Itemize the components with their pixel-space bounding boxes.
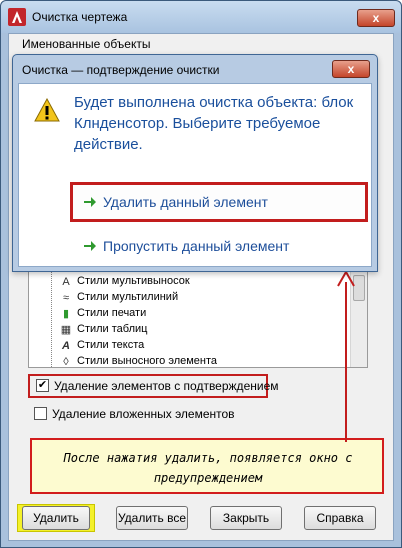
confirm-delete-label: Удаление элементов с подтверждением (54, 379, 279, 393)
tree-item-label: Стили печати (77, 307, 147, 319)
tree-connector-line (51, 271, 59, 367)
window-titlebar[interactable]: Очистка чертежа x (1, 1, 401, 33)
annotation-arrow-icon (337, 270, 355, 442)
text-style-icon: A (62, 340, 70, 352)
dialog-title: Очистка — подтверждение очистки (22, 63, 220, 77)
delete-this-item-link[interactable]: Удалить данный элемент (70, 182, 368, 222)
multiline-style-icon: ≈ (62, 292, 70, 304)
delete-button[interactable]: Удалить (22, 506, 90, 530)
named-objects-tree[interactable]: A Стили мультивыносок ≈ Стили мультилини… (28, 270, 368, 368)
annotation-callout-text: После нажатия удалить, появляется окно с… (63, 451, 353, 485)
window-close-button[interactable]: x (357, 9, 395, 27)
green-arrow-icon (84, 241, 96, 251)
window-title: Очистка чертежа (32, 10, 128, 24)
delete-all-button[interactable]: Удалить все (116, 506, 188, 530)
annotation-callout: После нажатия удалить, появляется окно с… (30, 438, 384, 494)
dialog-titlebar[interactable]: Очистка — подтверждение очистки x (13, 55, 377, 83)
dialog-close-button[interactable]: x (332, 60, 370, 78)
skip-this-item-label: Пропустить данный элемент (103, 238, 290, 254)
tree-item-label: Стили мультилиний (77, 291, 179, 303)
tree-item-label: Стили выносного элемента (77, 355, 218, 367)
detail-style-icon: ◊ (63, 356, 69, 368)
dialog-message: Будет выполнена очистка объекта: блок Кл… (74, 94, 354, 153)
plot-style-icon: ▮ (62, 308, 70, 320)
tree-item-label: Стили текста (77, 339, 145, 351)
tree-item-label: Стили мультивыносок (77, 275, 190, 287)
skip-this-item-link[interactable]: Пропустить данный элемент (70, 226, 368, 262)
table-style-icon: ▦ (60, 324, 72, 336)
delete-this-item-label: Удалить данный элемент (103, 194, 268, 210)
confirm-delete-highlight: ✔ Удаление элементов с подтверждением (28, 374, 279, 398)
confirm-delete-checkbox[interactable]: ✔ (36, 379, 49, 392)
nested-delete-checkbox[interactable] (34, 407, 47, 420)
green-arrow-icon (84, 197, 96, 207)
close-button[interactable]: Закрыть (210, 506, 282, 530)
tree-item-label: Стили таблиц (77, 323, 148, 335)
nested-delete-checkbox-row[interactable]: Удаление вложенных элементов (34, 405, 274, 423)
warning-icon (34, 98, 60, 122)
nested-delete-label: Удаление вложенных элементов (52, 407, 235, 421)
autocad-logo-icon (8, 8, 26, 26)
named-objects-label: Именованные объекты (22, 37, 151, 51)
confirm-delete-checkbox-row[interactable]: ✔ Удаление элементов с подтверждением (36, 377, 279, 395)
help-button[interactable]: Справка (304, 506, 376, 530)
multileader-style-icon: A (62, 276, 70, 288)
